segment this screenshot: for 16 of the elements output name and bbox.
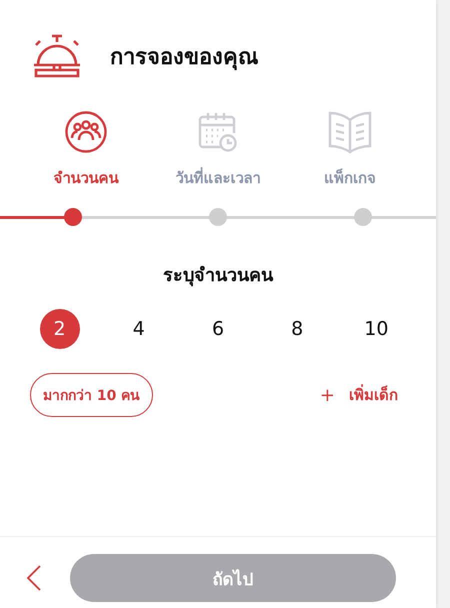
more-than-ten-button[interactable]: มากกว่า 10 คน: [30, 373, 154, 417]
section-heading: ระบุจำนวนคน: [162, 264, 274, 288]
step-tab[interactable]: แพ็กเกจ: [284, 110, 416, 190]
count-option[interactable]: 10: [356, 309, 396, 349]
calendar-clock-icon: [197, 111, 239, 153]
count-option[interactable]: 8: [277, 309, 318, 349]
count-option[interactable]: 4: [118, 309, 159, 349]
open-book-icon: [327, 110, 373, 154]
people-icon: [65, 111, 107, 153]
count-option[interactable]: 6: [198, 309, 238, 349]
back-button[interactable]: [26, 565, 42, 591]
count-option[interactable]: 2: [40, 309, 80, 349]
page-title: การจองของคุณ: [110, 44, 258, 72]
add-child-button[interactable]: + เพิ่มเด็ก: [320, 383, 398, 407]
step-tab[interactable]: จำนวนคน: [20, 110, 152, 190]
step-tab[interactable]: วันที่และเวลา: [152, 110, 284, 190]
